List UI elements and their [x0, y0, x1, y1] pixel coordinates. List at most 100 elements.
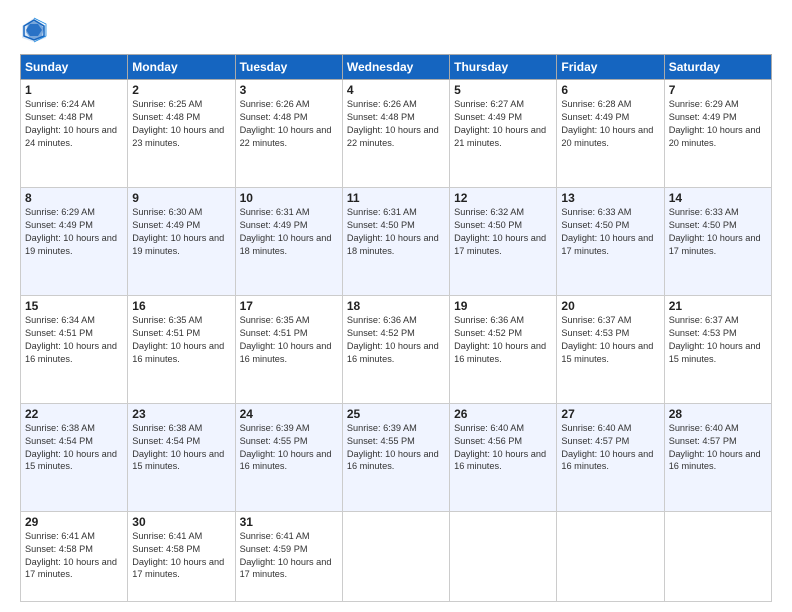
- calendar-cell-day-4: 4Sunrise: 6:26 AMSunset: 4:48 PMDaylight…: [342, 80, 449, 188]
- cell-info: Sunrise: 6:29 AMSunset: 4:49 PMDaylight:…: [25, 207, 117, 256]
- logo-icon: [20, 16, 48, 44]
- calendar-cell-empty: [557, 511, 664, 601]
- day-number: 18: [347, 299, 445, 313]
- calendar-cell-day-25: 25 Sunrise: 6:39 AMSunset: 4:55 PMDayligh…: [342, 403, 449, 511]
- calendar-week-row: 29 Sunrise: 6:41 AMSunset: 4:58 PMDayligh…: [21, 511, 772, 601]
- day-number: 20: [561, 299, 659, 313]
- cell-info: Sunrise: 6:25 AMSunset: 4:48 PMDaylight:…: [132, 99, 224, 148]
- cell-info: Sunrise: 6:38 AMSunset: 4:54 PMDaylight:…: [132, 423, 224, 472]
- day-number: 24: [240, 407, 338, 421]
- cell-info: Sunrise: 6:39 AMSunset: 4:55 PMDaylight:…: [240, 423, 332, 472]
- calendar-week-row: 1Sunrise: 6:24 AMSunset: 4:48 PMDaylight…: [21, 80, 772, 188]
- day-number: 16: [132, 299, 230, 313]
- cell-info: Sunrise: 6:38 AMSunset: 4:54 PMDaylight:…: [25, 423, 117, 472]
- day-number: 31: [240, 515, 338, 529]
- day-number: 22: [25, 407, 123, 421]
- day-number: 4: [347, 83, 445, 97]
- cell-info: Sunrise: 6:36 AMSunset: 4:52 PMDaylight:…: [454, 315, 546, 364]
- cell-info: Sunrise: 6:33 AMSunset: 4:50 PMDaylight:…: [561, 207, 653, 256]
- calendar-cell-day-24: 24 Sunrise: 6:39 AMSunset: 4:55 PMDayligh…: [235, 403, 342, 511]
- calendar-cell-day-21: 21 Sunrise: 6:37 AMSunset: 4:53 PMDayligh…: [664, 295, 771, 403]
- day-number: 2: [132, 83, 230, 97]
- cell-info: Sunrise: 6:26 AMSunset: 4:48 PMDaylight:…: [240, 99, 332, 148]
- weekday-header-monday: Monday: [128, 55, 235, 80]
- day-number: 12: [454, 191, 552, 205]
- calendar-cell-day-3: 3Sunrise: 6:26 AMSunset: 4:48 PMDaylight…: [235, 80, 342, 188]
- cell-info: Sunrise: 6:36 AMSunset: 4:52 PMDaylight:…: [347, 315, 439, 364]
- day-number: 15: [25, 299, 123, 313]
- calendar-cell-day-22: 22 Sunrise: 6:38 AMSunset: 4:54 PMDayligh…: [21, 403, 128, 511]
- calendar-cell-day-23: 23 Sunrise: 6:38 AMSunset: 4:54 PMDayligh…: [128, 403, 235, 511]
- cell-info: Sunrise: 6:37 AMSunset: 4:53 PMDaylight:…: [669, 315, 761, 364]
- cell-info: Sunrise: 6:30 AMSunset: 4:49 PMDaylight:…: [132, 207, 224, 256]
- calendar-cell-day-26: 26Sunrise: 6:40 AMSunset: 4:56 PMDayligh…: [450, 403, 557, 511]
- day-number: 17: [240, 299, 338, 313]
- calendar-week-row: 8 Sunrise: 6:29 AMSunset: 4:49 PMDaylight…: [21, 187, 772, 295]
- calendar-cell-day-19: 19 Sunrise: 6:36 AMSunset: 4:52 PMDayligh…: [450, 295, 557, 403]
- cell-info: Sunrise: 6:35 AMSunset: 4:51 PMDaylight:…: [132, 315, 224, 364]
- day-number: 28: [669, 407, 767, 421]
- cell-info: Sunrise: 6:32 AMSunset: 4:50 PMDaylight:…: [454, 207, 546, 256]
- calendar-cell-day-13: 13 Sunrise: 6:33 AMSunset: 4:50 PMDayligh…: [557, 187, 664, 295]
- cell-info: Sunrise: 6:41 AMSunset: 4:58 PMDaylight:…: [132, 531, 224, 580]
- day-number: 30: [132, 515, 230, 529]
- day-number: 5: [454, 83, 552, 97]
- cell-info: Sunrise: 6:41 AMSunset: 4:59 PMDaylight:…: [240, 531, 332, 580]
- cell-info: Sunrise: 6:40 AMSunset: 4:57 PMDaylight:…: [561, 423, 653, 472]
- cell-info: Sunrise: 6:33 AMSunset: 4:50 PMDaylight:…: [669, 207, 761, 256]
- day-number: 19: [454, 299, 552, 313]
- calendar-cell-day-18: 18 Sunrise: 6:36 AMSunset: 4:52 PMDayligh…: [342, 295, 449, 403]
- day-number: 27: [561, 407, 659, 421]
- day-number: 14: [669, 191, 767, 205]
- cell-info: Sunrise: 6:41 AMSunset: 4:58 PMDaylight:…: [25, 531, 117, 580]
- calendar-cell-day-15: 15Sunrise: 6:34 AMSunset: 4:51 PMDayligh…: [21, 295, 128, 403]
- calendar-week-row: 22 Sunrise: 6:38 AMSunset: 4:54 PMDayligh…: [21, 403, 772, 511]
- day-number: 6: [561, 83, 659, 97]
- cell-info: Sunrise: 6:31 AMSunset: 4:49 PMDaylight:…: [240, 207, 332, 256]
- day-number: 26: [454, 407, 552, 421]
- calendar-cell-day-7: 7 Sunrise: 6:29 AMSunset: 4:49 PMDaylight…: [664, 80, 771, 188]
- day-number: 13: [561, 191, 659, 205]
- cell-info: Sunrise: 6:29 AMSunset: 4:49 PMDaylight:…: [669, 99, 761, 148]
- day-number: 11: [347, 191, 445, 205]
- day-number: 1: [25, 83, 123, 97]
- cell-info: Sunrise: 6:27 AMSunset: 4:49 PMDaylight:…: [454, 99, 546, 148]
- calendar-cell-day-6: 6 Sunrise: 6:28 AMSunset: 4:49 PMDaylight…: [557, 80, 664, 188]
- calendar-cell-day-29: 29 Sunrise: 6:41 AMSunset: 4:58 PMDayligh…: [21, 511, 128, 601]
- calendar-table: SundayMondayTuesdayWednesdayThursdayFrid…: [20, 54, 772, 602]
- calendar-week-row: 15Sunrise: 6:34 AMSunset: 4:51 PMDayligh…: [21, 295, 772, 403]
- cell-info: Sunrise: 6:39 AMSunset: 4:55 PMDaylight:…: [347, 423, 439, 472]
- cell-info: Sunrise: 6:40 AMSunset: 4:57 PMDaylight:…: [669, 423, 761, 472]
- calendar-cell-day-17: 17 Sunrise: 6:35 AMSunset: 4:51 PMDayligh…: [235, 295, 342, 403]
- cell-info: Sunrise: 6:31 AMSunset: 4:50 PMDaylight:…: [347, 207, 439, 256]
- day-number: 29: [25, 515, 123, 529]
- weekday-header-saturday: Saturday: [664, 55, 771, 80]
- day-number: 21: [669, 299, 767, 313]
- calendar-cell-day-28: 28 Sunrise: 6:40 AMSunset: 4:57 PMDayligh…: [664, 403, 771, 511]
- calendar-cell-empty: [450, 511, 557, 601]
- calendar-cell-day-20: 20Sunrise: 6:37 AMSunset: 4:53 PMDayligh…: [557, 295, 664, 403]
- weekday-header-thursday: Thursday: [450, 55, 557, 80]
- weekday-header-wednesday: Wednesday: [342, 55, 449, 80]
- weekday-header-sunday: Sunday: [21, 55, 128, 80]
- calendar-cell-day-11: 11 Sunrise: 6:31 AMSunset: 4:50 PMDayligh…: [342, 187, 449, 295]
- weekday-header-row: SundayMondayTuesdayWednesdayThursdayFrid…: [21, 55, 772, 80]
- day-number: 7: [669, 83, 767, 97]
- calendar-cell-day-30: 30 Sunrise: 6:41 AMSunset: 4:58 PMDayligh…: [128, 511, 235, 601]
- weekday-header-friday: Friday: [557, 55, 664, 80]
- calendar-cell-day-31: 31 Sunrise: 6:41 AMSunset: 4:59 PMDayligh…: [235, 511, 342, 601]
- day-number: 23: [132, 407, 230, 421]
- day-number: 8: [25, 191, 123, 205]
- calendar-cell-day-27: 27 Sunrise: 6:40 AMSunset: 4:57 PMDayligh…: [557, 403, 664, 511]
- calendar-cell-day-8: 8 Sunrise: 6:29 AMSunset: 4:49 PMDaylight…: [21, 187, 128, 295]
- cell-info: Sunrise: 6:28 AMSunset: 4:49 PMDaylight:…: [561, 99, 653, 148]
- cell-info: Sunrise: 6:35 AMSunset: 4:51 PMDaylight:…: [240, 315, 332, 364]
- day-number: 10: [240, 191, 338, 205]
- calendar-cell-day-12: 12 Sunrise: 6:32 AMSunset: 4:50 PMDayligh…: [450, 187, 557, 295]
- day-number: 25: [347, 407, 445, 421]
- page: SundayMondayTuesdayWednesdayThursdayFrid…: [0, 0, 792, 612]
- logo: [20, 16, 52, 44]
- calendar-cell-empty: [342, 511, 449, 601]
- weekday-header-tuesday: Tuesday: [235, 55, 342, 80]
- header: [20, 16, 772, 44]
